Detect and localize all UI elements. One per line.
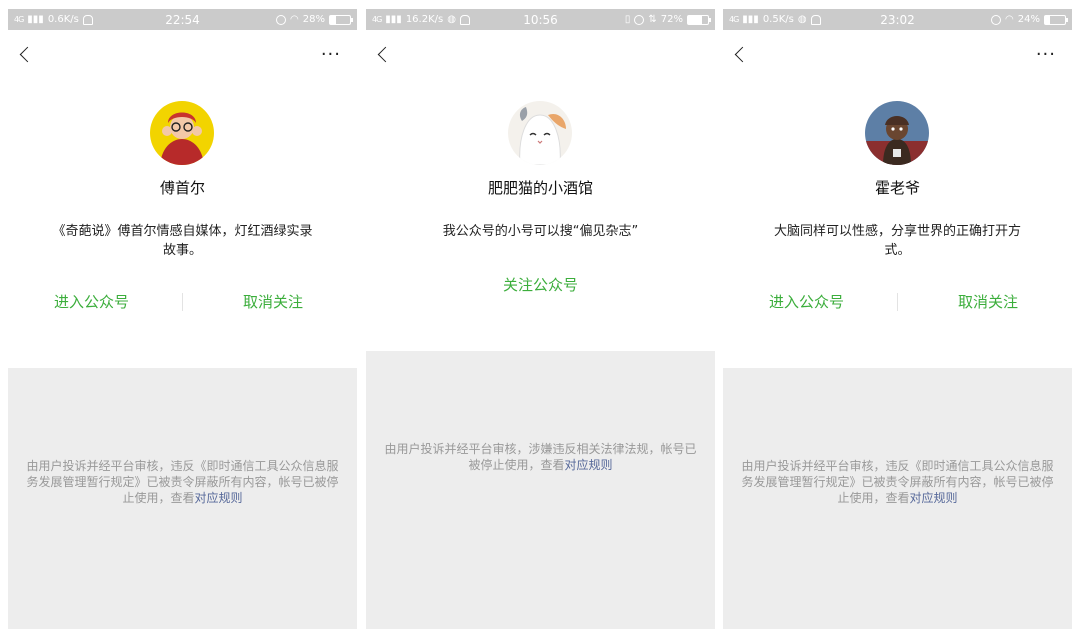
phone-screen-1: 4G ▮▮▮ 0.6K/s 22:54 ◠ 28% ··· 傅首尔 《奇葩说》傅… [8,9,357,629]
alarm-icon [634,14,645,25]
more-icon[interactable]: ··· [1036,46,1056,64]
account-name: 霍老爷 [874,179,920,197]
ban-notice: 由用户投诉并经平台审核，涉嫌违反相关法律法规，帐号已被停止使用，查看对应规则 [382,441,699,473]
notification-icon [82,14,93,25]
wifi-icon: ◠ [1005,14,1014,25]
back-icon[interactable] [734,46,751,63]
alarm-icon [991,14,1002,25]
ban-notice-text: 由用户投诉并经平台审核，涉嫌违反相关法律法规，帐号已被停止使用，查看 [384,442,697,472]
account-intro: 大脑同样可以性感，分享世界的正确打开方式。 [773,224,1021,258]
ban-notice-text: 由用户投诉并经平台审核，违反《即时通信工具公众信息服务发展管理暂行规定》已被责令… [741,459,1054,505]
account-intro: 我公众号的小号可以搜“偏见杂志” [442,224,639,239]
phone-screen-3: 4G ▮▮▮ 0.5K/s ◍ 23:02 ◠ 24% ··· 霍老爷 大脑同样… [723,9,1072,629]
avatar [508,101,572,165]
phone-screen-2: 4G ▮▮▮ 16.2K/s ◍ 10:56 ▯ ⇅ 72% 肥肥猫的小酒馆 我… [366,9,715,629]
avatar [150,101,214,165]
follow-button[interactable]: 关注公众号 [366,274,715,295]
action-row: 进入公众号 取消关注 [8,291,357,315]
divider [897,293,898,311]
network-speed: 16.2K/s [405,14,444,25]
action-row: 进入公众号 取消关注 [723,291,1072,315]
rules-link[interactable]: 对应规则 [565,458,613,472]
status-bar: 4G ▮▮▮ 0.6K/s 22:54 ◠ 28% [8,9,357,30]
ban-notice-text: 由用户投诉并经平台审核，违反《即时通信工具公众信息服务发展管理暂行规定》已被责令… [26,459,339,505]
wechat-icon: ◍ [447,14,456,25]
network-speed: 0.6K/s [47,14,79,25]
enter-account-button[interactable]: 进入公众号 [769,291,844,312]
signal-bars-icon: ▮▮▮ [27,14,44,25]
account-intro: 《奇葩说》傅首尔情感自媒体，灯红酒绿实录故事。 [52,224,313,258]
ban-notice: 由用户投诉并经平台审核，违反《即时通信工具公众信息服务发展管理暂行规定》已被责令… [24,458,341,506]
notification-icon [810,14,821,25]
back-icon[interactable] [19,46,36,63]
battery-percent: 24% [1017,14,1040,25]
avatar [865,101,929,165]
battery-icon [1044,14,1068,25]
back-icon[interactable] [377,46,394,63]
signal-icon: 4G [372,15,382,24]
nav-bar [366,30,715,80]
signal-bars-icon: ▮▮▮ [742,14,759,25]
unfollow-button[interactable]: 取消关注 [958,291,1018,312]
notification-icon [459,14,470,25]
divider [182,293,183,311]
ban-notice: 由用户投诉并经平台审核，违反《即时通信工具公众信息服务发展管理暂行规定》已被责令… [739,458,1056,506]
alarm-icon [276,14,287,25]
status-bar: 4G ▮▮▮ 16.2K/s ◍ 10:56 ▯ ⇅ 72% [366,9,715,30]
notice-panel: 由用户投诉并经平台审核，违反《即时通信工具公众信息服务发展管理暂行规定》已被责令… [8,368,357,629]
vibrate-icon: ▯ [624,14,631,25]
account-name: 傅首尔 [159,179,205,197]
battery-icon [329,14,353,25]
wifi-icon: ◠ [290,14,299,25]
rules-link[interactable]: 对应规则 [195,491,243,505]
signal-icon: 4G [14,15,24,24]
account-name: 肥肥猫的小酒馆 [487,179,593,197]
action-row: 关注公众号 [366,276,715,315]
nav-bar: ··· [723,30,1072,80]
network-speed: 0.5K/s [762,14,794,25]
mobile-data-icon: ⇅ [648,14,657,25]
notice-panel: 由用户投诉并经平台审核，违反《即时通信工具公众信息服务发展管理暂行规定》已被责令… [723,368,1072,629]
battery-icon [687,14,711,25]
wechat-icon: ◍ [797,14,807,25]
enter-account-button[interactable]: 进入公众号 [54,291,129,312]
rules-link[interactable]: 对应规则 [910,491,958,505]
battery-percent: 28% [302,14,325,25]
battery-percent: 72% [660,14,683,25]
status-bar: 4G ▮▮▮ 0.5K/s ◍ 23:02 ◠ 24% [723,9,1072,30]
notice-panel: 由用户投诉并经平台审核，涉嫌违反相关法律法规，帐号已被停止使用，查看对应规则 [366,351,715,629]
more-icon[interactable]: ··· [321,46,341,64]
nav-bar: ··· [8,30,357,80]
signal-icon: 4G [729,15,739,24]
signal-bars-icon: ▮▮▮ [385,14,402,25]
unfollow-button[interactable]: 取消关注 [243,291,303,312]
